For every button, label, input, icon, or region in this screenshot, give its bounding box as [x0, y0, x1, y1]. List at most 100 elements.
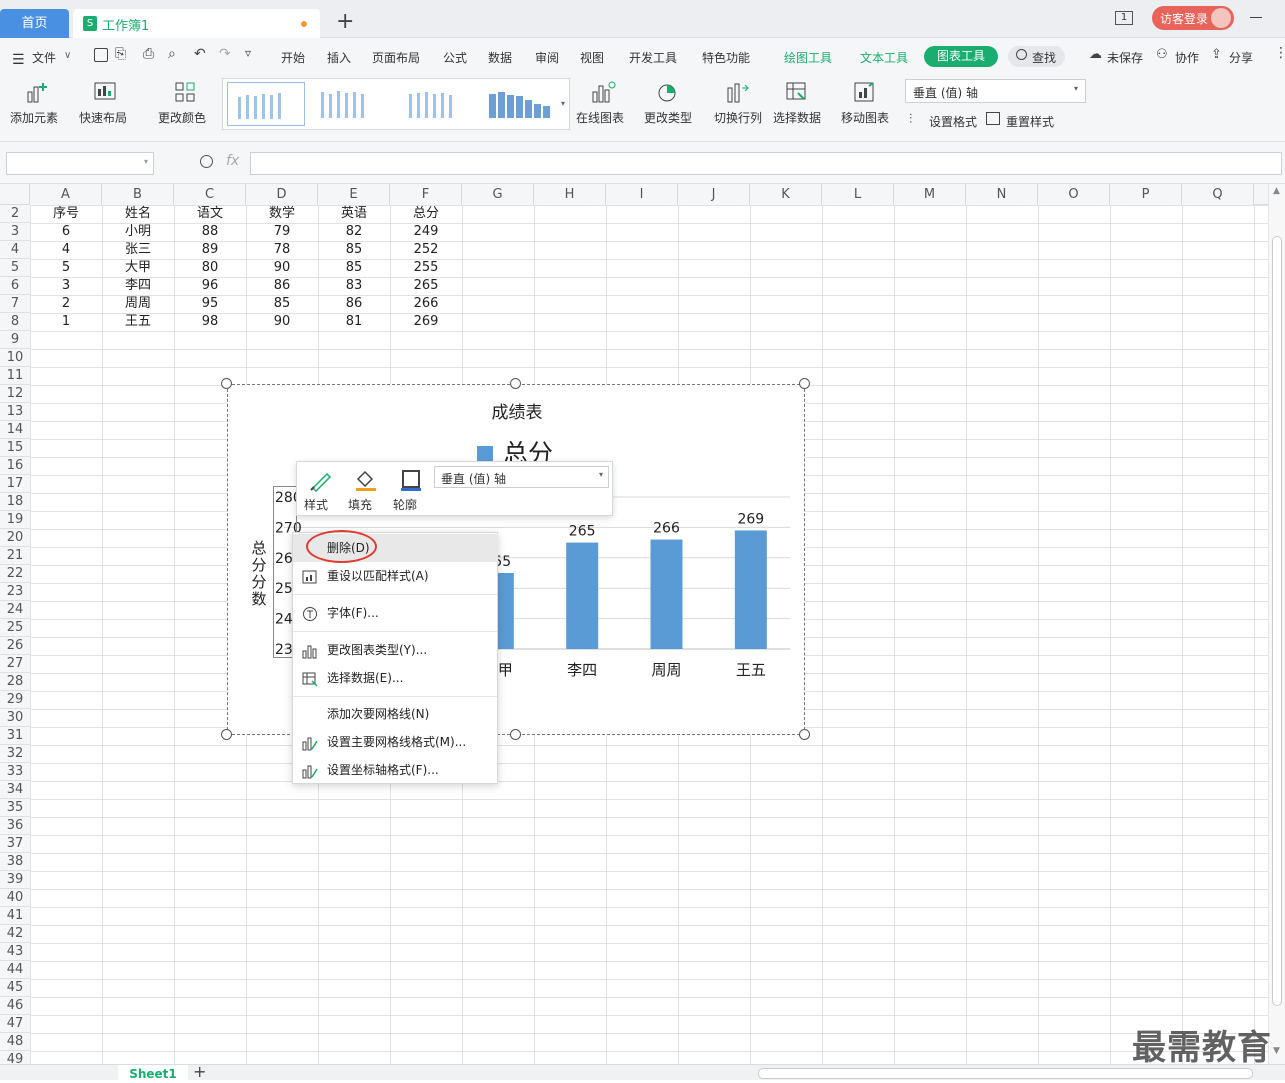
table-cell[interactable]: 6	[30, 223, 102, 241]
row-header-6[interactable]: 6	[0, 277, 30, 295]
menu-insert[interactable]: 插入	[327, 49, 351, 66]
table-cell[interactable]: 82	[318, 223, 390, 241]
menu-review[interactable]: 审阅	[535, 49, 559, 66]
row-header-43[interactable]: 43	[0, 943, 30, 961]
table-cell[interactable]: 83	[318, 277, 390, 295]
resize-handle-bl[interactable]	[221, 729, 232, 740]
table-cell[interactable]: 266	[390, 295, 462, 313]
row-header-9[interactable]: 9	[0, 331, 30, 349]
row-header-38[interactable]: 38	[0, 853, 30, 871]
search-button[interactable]: 查找	[1008, 46, 1065, 67]
row-header-13[interactable]: 13	[0, 403, 30, 421]
row-header-8[interactable]: 8	[0, 313, 30, 331]
menu-data[interactable]: 数据	[488, 49, 512, 66]
unsaved-status[interactable]: 未保存	[1107, 49, 1143, 66]
online-chart-button[interactable]: 在线图表	[574, 78, 638, 128]
row-header-37[interactable]: 37	[0, 835, 30, 853]
chart-style-thumb-3[interactable]	[399, 82, 477, 126]
column-header-d[interactable]: D	[246, 184, 318, 205]
table-cell[interactable]: 249	[390, 223, 462, 241]
row-header-16[interactable]: 16	[0, 457, 30, 475]
minimize-icon[interactable]	[1250, 17, 1262, 18]
table-cell[interactable]: 98	[174, 313, 246, 331]
resize-handle-tl[interactable]	[221, 378, 232, 389]
table-cell[interactable]: 81	[318, 313, 390, 331]
row-header-25[interactable]: 25	[0, 619, 30, 637]
table-cell[interactable]: 255	[390, 259, 462, 277]
resize-handle-tr[interactable]	[799, 378, 810, 389]
row-header-33[interactable]: 33	[0, 763, 30, 781]
row-header-24[interactable]: 24	[0, 601, 30, 619]
table-cell[interactable]: 王五	[102, 313, 174, 331]
scroll-down-icon[interactable]: ▼	[1273, 1046, 1280, 1056]
row-header-39[interactable]: 39	[0, 871, 30, 889]
undo-icon[interactable]: ↶	[194, 46, 206, 62]
table-cell[interactable]: 252	[390, 241, 462, 259]
row-header-30[interactable]: 30	[0, 709, 30, 727]
sheet-tab-sheet1[interactable]: Sheet1	[118, 1065, 188, 1081]
resize-handle-br[interactable]	[799, 729, 810, 740]
print-icon[interactable]: ⎙	[143, 46, 154, 62]
change-color-button[interactable]: 更改颜色	[154, 78, 218, 128]
tab-text-tools[interactable]: 文本工具	[860, 49, 908, 66]
table-cell[interactable]: 小明	[102, 223, 174, 241]
table-cell[interactable]: 85	[318, 259, 390, 277]
row-header-32[interactable]: 32	[0, 745, 30, 763]
table-header-cell[interactable]: 总分	[390, 205, 462, 223]
menu-item-reset-style[interactable]: 重设以匹配样式(A)	[293, 562, 498, 590]
row-header-29[interactable]: 29	[0, 691, 30, 709]
resize-handle-bm[interactable]	[510, 729, 521, 740]
tab-drawing-tools[interactable]: 绘图工具	[784, 49, 832, 66]
row-header-46[interactable]: 46	[0, 997, 30, 1015]
table-cell[interactable]: 2	[30, 295, 102, 313]
print-preview-icon[interactable]: ⌕	[168, 46, 176, 62]
scroll-thumb[interactable]	[1272, 236, 1282, 1006]
chart-bar[interactable]	[650, 539, 683, 649]
table-cell[interactable]: 1	[30, 313, 102, 331]
table-cell[interactable]: 78	[246, 241, 318, 259]
set-format-button[interactable]: 设置格式	[929, 113, 977, 130]
menu-item-axis-format[interactable]: 设置坐标轴格式(F)...	[293, 756, 498, 784]
row-header-31[interactable]: 31	[0, 727, 30, 745]
column-header-f[interactable]: F	[390, 184, 462, 205]
row-header-14[interactable]: 14	[0, 421, 30, 439]
row-header-44[interactable]: 44	[0, 961, 30, 979]
row-header-10[interactable]: 10	[0, 349, 30, 367]
table-cell[interactable]: 88	[174, 223, 246, 241]
row-header-20[interactable]: 20	[0, 529, 30, 547]
change-type-button[interactable]: 更改类型	[642, 78, 698, 128]
quick-access-dropdown-icon[interactable]: ▿	[245, 46, 251, 60]
column-header-g[interactable]: G	[462, 184, 534, 205]
column-header-e[interactable]: E	[318, 184, 390, 205]
row-header-36[interactable]: 36	[0, 817, 30, 835]
doc-tab[interactable]: S 工作簿1	[73, 9, 320, 38]
scroll-up-icon[interactable]: ▲	[1273, 186, 1280, 196]
table-cell[interactable]: 85	[318, 241, 390, 259]
menu-page-layout[interactable]: 页面布局	[372, 49, 420, 66]
row-header-27[interactable]: 27	[0, 655, 30, 673]
menu-start[interactable]: 开始	[281, 49, 305, 66]
column-header-p[interactable]: P	[1110, 184, 1182, 205]
row-header-49[interactable]: 49	[0, 1051, 30, 1064]
chart-style-thumb-4[interactable]	[485, 82, 563, 126]
column-header-l[interactable]: L	[822, 184, 894, 205]
table-cell[interactable]: 86	[246, 277, 318, 295]
menu-item-add-minor-gridlines[interactable]: 添加次要网格线(N)	[293, 700, 498, 728]
chart-style-gallery[interactable]	[222, 78, 570, 130]
hamburger-icon[interactable]: ☰	[12, 52, 25, 68]
row-header-41[interactable]: 41	[0, 907, 30, 925]
add-sheet-plus-icon[interactable]: +	[193, 1062, 206, 1081]
chart-bar[interactable]	[734, 530, 767, 649]
table-cell[interactable]: 79	[246, 223, 318, 241]
vertical-scrollbar[interactable]: ▲ ▼	[1268, 184, 1285, 1064]
save-icon[interactable]	[94, 48, 108, 62]
home-tab[interactable]: 首页	[0, 9, 69, 38]
table-header-cell[interactable]: 语文	[174, 205, 246, 223]
table-cell[interactable]: 90	[246, 313, 318, 331]
row-header-28[interactable]: 28	[0, 673, 30, 691]
reset-style-button[interactable]: 重置样式	[1006, 113, 1054, 130]
tab-chart-tools[interactable]: 图表工具	[924, 46, 998, 67]
row-header-11[interactable]: 11	[0, 367, 30, 385]
column-header-j[interactable]: J	[678, 184, 750, 205]
gallery-scroll[interactable]: ▾	[558, 82, 568, 126]
